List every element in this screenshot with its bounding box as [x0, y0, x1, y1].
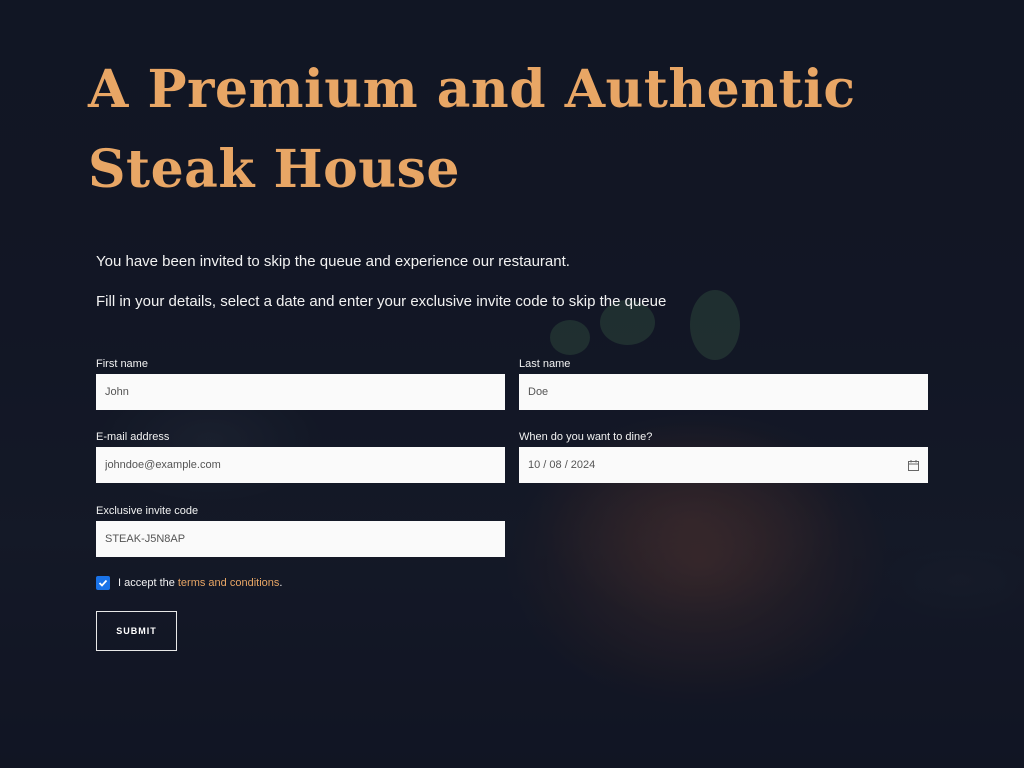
- dine-date-value: 10 / 08 / 2024: [528, 459, 596, 471]
- first-name-group: First name: [96, 358, 505, 410]
- instructions-text: Fill in your details, select a date and …: [96, 293, 667, 310]
- terms-suffix: .: [279, 577, 283, 589]
- terms-checkbox[interactable]: [96, 576, 110, 590]
- invite-code-group: Exclusive invite code: [96, 505, 505, 557]
- check-icon: [98, 579, 108, 587]
- last-name-group: Last name: [519, 358, 928, 410]
- email-group: E-mail address: [96, 431, 505, 483]
- dine-date-label: When do you want to dine?: [519, 431, 653, 443]
- invite-code-input[interactable]: [96, 521, 505, 557]
- first-name-input[interactable]: [96, 374, 505, 410]
- last-name-label: Last name: [519, 358, 571, 370]
- dine-date-input[interactable]: 10 / 08 / 2024: [519, 447, 928, 483]
- email-input[interactable]: [96, 447, 505, 483]
- terms-link[interactable]: terms and conditions: [178, 577, 280, 589]
- last-name-input[interactable]: [519, 374, 928, 410]
- email-label: E-mail address: [96, 431, 170, 443]
- title-line-1: A Premium and Authentic: [88, 59, 856, 120]
- invite-code-label: Exclusive invite code: [96, 505, 199, 517]
- page-content: A Premium and Authentic Steak House You …: [0, 0, 1024, 768]
- intro-text: You have been invited to skip the queue …: [96, 253, 570, 270]
- calendar-icon[interactable]: [908, 459, 919, 471]
- first-name-label: First name: [96, 358, 148, 370]
- title-line-2: Steak House: [88, 139, 460, 200]
- terms-row: I accept the terms and conditions .: [96, 576, 282, 590]
- dine-date-group: When do you want to dine? 10 / 08 / 2024: [519, 431, 928, 483]
- terms-prefix: I accept the: [118, 577, 175, 589]
- page-title: A Premium and Authentic Steak House: [88, 50, 888, 210]
- submit-button[interactable]: SUBMIT: [96, 611, 177, 651]
